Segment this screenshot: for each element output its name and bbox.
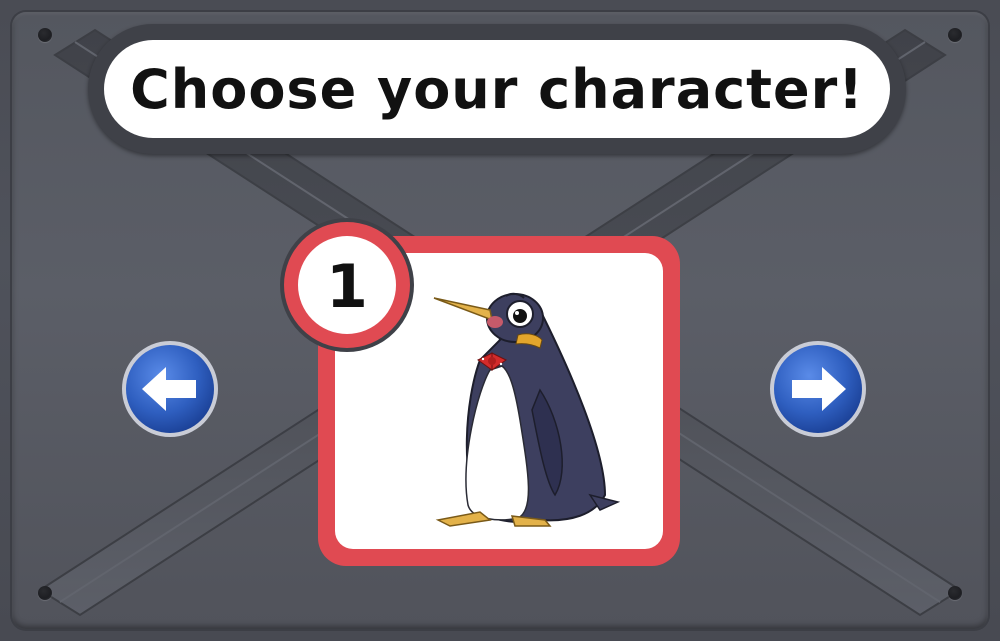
character-number: 1	[326, 252, 368, 322]
character-number-badge: 1	[298, 236, 396, 334]
game-panel: Choose your character! 1	[0, 0, 1000, 641]
arrow-right-icon	[770, 341, 866, 437]
bolt-bottom-right	[948, 586, 962, 600]
bolt-top-left	[38, 28, 52, 42]
bolt-bottom-left	[38, 586, 52, 600]
arrow-left-icon	[122, 341, 218, 437]
bolt-top-right	[948, 28, 962, 42]
title-banner: Choose your character!	[104, 40, 890, 138]
previous-character-button[interactable]	[120, 339, 220, 439]
page-title: Choose your character!	[130, 57, 864, 121]
penguin-character-image	[433, 292, 620, 527]
next-character-button[interactable]	[768, 339, 868, 439]
